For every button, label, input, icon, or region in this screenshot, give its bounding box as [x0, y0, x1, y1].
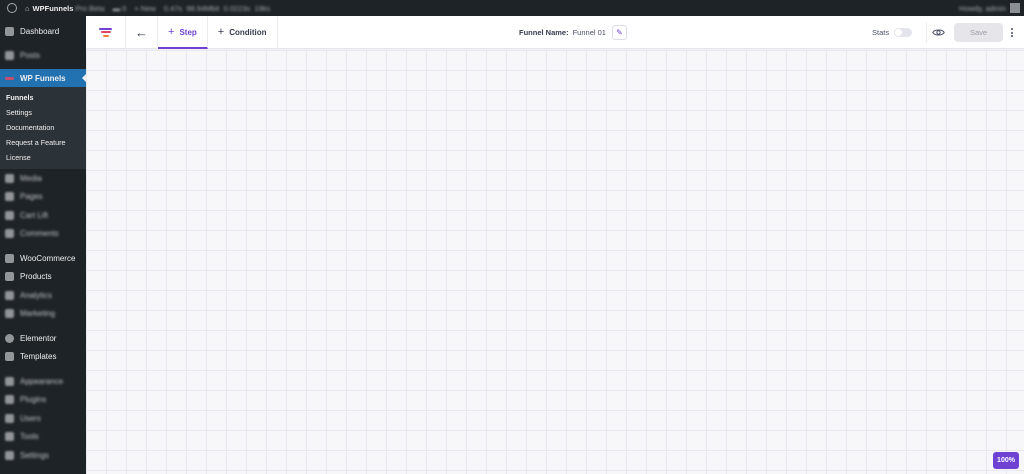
- media-icon: [5, 173, 14, 183]
- sidebar-item-plugins[interactable]: Plugins: [0, 391, 86, 410]
- divider: [926, 22, 927, 43]
- comments-link[interactable]: ▬ 0: [109, 0, 131, 16]
- sidebar-item-analytics[interactable]: Analytics: [0, 286, 86, 305]
- sidebar-item-templates[interactable]: Templates: [0, 348, 86, 367]
- sidebar-item-posts[interactable]: Posts: [0, 47, 86, 66]
- funnel-name: Funnel Name: Funnel 01 ✎: [519, 16, 627, 49]
- account-greeting[interactable]: Howdy, admin: [959, 4, 1006, 13]
- back-button[interactable]: ←: [126, 15, 158, 49]
- sidebar-item-tools[interactable]: Tools: [0, 428, 86, 447]
- plugin-icon: [5, 395, 14, 405]
- edit-funnel-name-button[interactable]: ✎: [611, 25, 627, 40]
- dashboard-icon: [5, 26, 14, 36]
- avatar[interactable]: [1010, 3, 1020, 13]
- funnel-name-value: Funnel 01: [572, 28, 606, 37]
- tab-step[interactable]: + Step: [158, 15, 208, 49]
- analytics-icon: [5, 290, 14, 300]
- site-name-link[interactable]: ⌂ WPFunnels Pro Beta: [21, 0, 109, 16]
- wpfunnels-submenu: Funnels Settings Documentation Request a…: [0, 87, 86, 169]
- pencil-icon: ✎: [616, 28, 623, 37]
- zoom-level-button[interactable]: 100%: [993, 452, 1019, 469]
- sidebar-item-woocommerce[interactable]: WooCommerce: [0, 249, 86, 268]
- settings-icon: [5, 450, 14, 460]
- sidebar-item-appearance[interactable]: Appearance: [0, 372, 86, 391]
- new-content-link[interactable]: + New: [130, 0, 159, 16]
- stats-toggle-group: Stats: [872, 16, 913, 49]
- megaphone-icon: [5, 309, 14, 319]
- submenu-settings[interactable]: Settings: [0, 105, 86, 120]
- wpfunnels-logo-icon: [86, 15, 126, 49]
- admin-bar: ⌂ WPFunnels Pro Beta ▬ 0 + New 0.47s 98.…: [0, 0, 1024, 16]
- sidebar-item-elementor[interactable]: Elementor: [0, 329, 86, 348]
- submenu-license[interactable]: License: [0, 150, 86, 165]
- sidebar-item-pages[interactable]: Pages: [0, 188, 86, 207]
- save-button[interactable]: Save: [954, 23, 1003, 42]
- funnel-canvas[interactable]: [86, 50, 1024, 474]
- sidebar-item-cartlift[interactable]: Cart Lift: [0, 206, 86, 225]
- submenu-request-feature[interactable]: Request a Feature: [0, 135, 86, 150]
- folder-icon: [5, 352, 14, 362]
- pages-icon: [5, 192, 14, 202]
- query-stats[interactable]: 0.47s 98.94Mbit 0.0223s 19ks: [160, 0, 274, 16]
- sidebar-item-products[interactable]: Products: [0, 268, 86, 287]
- pin-icon: [5, 51, 14, 61]
- comment-icon: ▬: [112, 3, 121, 13]
- cart-icon: [5, 210, 14, 220]
- tab-condition[interactable]: + Condition: [208, 15, 278, 49]
- users-icon: [5, 413, 14, 423]
- wrench-icon: [5, 432, 14, 442]
- sidebar-item-media[interactable]: Media: [0, 169, 86, 188]
- admin-sidebar: Dashboard Posts WP Funnels Funnels Setti…: [0, 16, 86, 474]
- sidebar-item-wpfunnels[interactable]: WP Funnels: [0, 69, 86, 87]
- stats-toggle[interactable]: [894, 28, 913, 37]
- sidebar-item-users[interactable]: Users: [0, 409, 86, 428]
- plus-icon: +: [217, 26, 225, 38]
- elementor-icon: [5, 333, 14, 343]
- sidebar-item-dashboard[interactable]: Dashboard: [0, 22, 86, 41]
- more-options-icon[interactable]: [1007, 26, 1017, 39]
- plus-icon: +: [168, 26, 175, 38]
- sidebar-item-settings[interactable]: Settings: [0, 446, 86, 465]
- woocommerce-icon: [5, 253, 14, 263]
- paintbrush-icon: [5, 376, 14, 386]
- sidebar-item-marketing[interactable]: Marketing: [0, 305, 86, 324]
- submenu-documentation[interactable]: Documentation: [0, 120, 86, 135]
- sidebar-item-comments[interactable]: Comments: [0, 225, 86, 244]
- funnel-icon: [5, 76, 14, 80]
- wordpress-logo-icon[interactable]: [0, 0, 21, 16]
- preview-eye-icon[interactable]: [932, 26, 945, 39]
- comments-icon: [5, 229, 14, 239]
- funnel-toolbar: ← + Step + Condition Funnel Name: Funnel…: [86, 15, 1024, 49]
- submenu-funnels[interactable]: Funnels: [0, 90, 86, 105]
- home-icon: ⌂: [25, 3, 30, 13]
- arrow-left-icon: ←: [135, 24, 148, 40]
- products-icon: [5, 272, 14, 282]
